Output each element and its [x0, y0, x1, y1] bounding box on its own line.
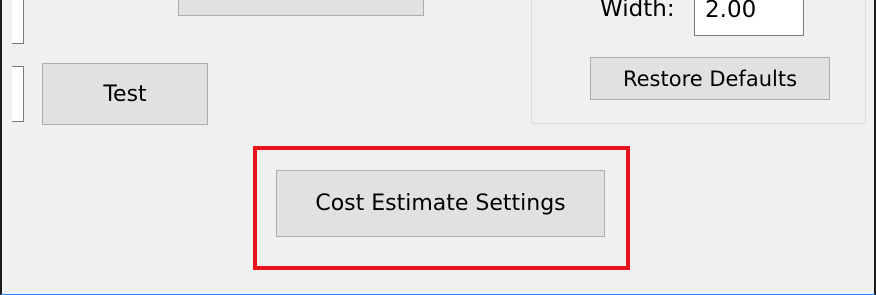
top-partial-button[interactable] [178, 0, 424, 16]
left-edge-field-top[interactable] [12, 0, 24, 44]
cost-estimate-settings-button[interactable]: Cost Estimate Settings [276, 170, 605, 237]
left-edge-field[interactable] [12, 66, 24, 122]
width-input[interactable]: 2.00 [694, 0, 804, 36]
test-button[interactable]: Test [42, 63, 208, 125]
width-label: Width: [600, 0, 675, 22]
dialog-window: Test Width: 2.00 Restore Defaults Cost E… [0, 0, 876, 295]
restore-defaults-button[interactable]: Restore Defaults [590, 57, 830, 100]
